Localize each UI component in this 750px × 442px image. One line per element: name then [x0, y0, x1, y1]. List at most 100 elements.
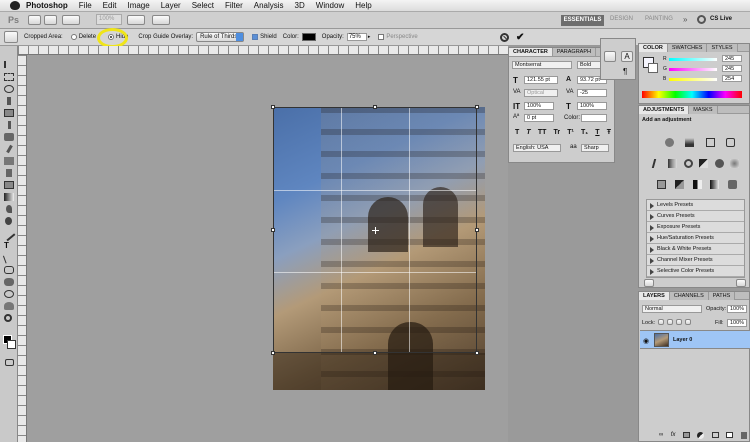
lock-pixels-icon[interactable] [667, 319, 673, 325]
character-panel-icon[interactable]: A [621, 51, 633, 62]
lock-all-icon[interactable] [685, 319, 691, 325]
tab-masks[interactable]: MASKS [689, 106, 718, 114]
crop-tool-icon[interactable] [4, 109, 14, 117]
menu-layer[interactable]: Layer [161, 1, 181, 10]
tab-color[interactable]: COLOR [639, 44, 668, 52]
preset-levels[interactable]: Levels Presets [647, 200, 744, 211]
font-size-field[interactable]: 121.55 pt [524, 76, 558, 84]
menu-help[interactable]: Help [355, 1, 371, 10]
crop-box[interactable] [271, 105, 479, 355]
workspace-painting[interactable]: PAINTING [645, 16, 673, 22]
dodge-tool-icon[interactable] [5, 217, 12, 225]
type-tool-icon[interactable]: T [4, 242, 14, 250]
pen-tool-icon[interactable] [2, 228, 16, 242]
tab-paths[interactable]: PATHS [708, 292, 736, 300]
workspace-design[interactable]: DESIGN [610, 16, 633, 22]
shape-tool-icon[interactable] [4, 266, 14, 274]
fill-field[interactable]: 100% [727, 319, 747, 327]
history-brush-tool-icon[interactable] [6, 169, 12, 177]
channel-mixer-icon[interactable] [729, 159, 739, 168]
lasso-tool-icon[interactable] [4, 85, 14, 93]
horizontal-scale-field[interactable]: 100% [577, 102, 607, 110]
red-slider[interactable] [669, 58, 717, 61]
black-white-icon[interactable] [699, 159, 709, 168]
menu-image[interactable]: Image [127, 1, 149, 10]
crop-handle-top-right[interactable] [475, 105, 479, 109]
tab-character[interactable]: CHARACTER [509, 48, 553, 56]
blend-mode-select[interactable]: Normal [642, 305, 702, 313]
view-extras-icon[interactable] [62, 15, 80, 25]
baseline-shift-field[interactable]: 0 pt [524, 114, 554, 122]
quick-mask-icon[interactable] [5, 359, 14, 366]
underline-button[interactable]: T [595, 129, 599, 136]
menu-filter[interactable]: Filter [225, 1, 243, 10]
shield-color-swatch[interactable] [301, 33, 316, 41]
eyedropper-tool-icon[interactable] [8, 121, 11, 129]
layer-opacity-field[interactable]: 100% [727, 305, 747, 313]
menu-window[interactable]: Window [316, 1, 344, 10]
link-layers-icon[interactable]: ∞ [659, 432, 663, 439]
gradient-tool-icon[interactable] [4, 193, 14, 201]
posterize-icon[interactable] [674, 180, 684, 189]
crop-handle-top[interactable] [373, 105, 377, 109]
shield-checkbox[interactable] [252, 34, 259, 40]
cs-live-icon[interactable] [697, 15, 706, 24]
history-panel-icon[interactable] [604, 51, 616, 62]
eraser-tool-icon[interactable] [4, 181, 14, 189]
tab-adjustments[interactable]: ADJUSTMENTS [639, 106, 690, 114]
crop-handle-right[interactable] [475, 228, 479, 232]
vertical-scale-field[interactable]: 100% [524, 102, 554, 110]
menu-file[interactable]: File [79, 1, 92, 10]
color-spectrum-bar[interactable] [642, 91, 742, 98]
vibrance-icon[interactable] [651, 159, 664, 168]
new-layer-icon[interactable] [726, 432, 734, 438]
return-to-list-icon[interactable] [644, 279, 654, 287]
layer-name[interactable]: Layer 0 [673, 337, 692, 343]
launch-minibridge-icon[interactable] [44, 15, 57, 25]
tab-styles[interactable]: STYLES [707, 44, 738, 52]
crop-handle-bottom-left[interactable] [271, 351, 275, 355]
threshold-icon[interactable] [692, 180, 702, 189]
preset-hue-saturation[interactable]: Hue/Saturation Presets [647, 233, 744, 244]
menu-3d[interactable]: 3D [295, 1, 305, 10]
all-caps-button[interactable]: TT [538, 129, 547, 136]
commit-icon[interactable]: ✔ [516, 32, 524, 43]
gradient-map-icon[interactable] [710, 180, 720, 189]
launch-bridge-icon[interactable] [28, 15, 41, 25]
crop-handle-bottom[interactable] [373, 351, 377, 355]
cs-live-menu[interactable]: CS Live [710, 16, 732, 22]
preset-curves[interactable]: Curves Presets [647, 211, 744, 222]
font-family-select[interactable]: Montserrat [512, 61, 572, 69]
lock-position-icon[interactable] [676, 319, 682, 325]
background-color-swatch[interactable] [648, 63, 658, 73]
blur-tool-icon[interactable] [6, 205, 12, 213]
subscript-button[interactable]: T₁ [581, 129, 588, 136]
cancel-icon[interactable] [500, 33, 509, 42]
screen-mode-icon[interactable] [152, 15, 170, 25]
photo-filter-icon[interactable] [714, 159, 724, 168]
preset-selective-color[interactable]: Selective Color Presets [647, 266, 744, 277]
menu-analysis[interactable]: Analysis [254, 1, 284, 10]
app-menu[interactable]: Photoshop [26, 1, 68, 10]
faux-bold-button[interactable]: T [515, 129, 519, 136]
menu-edit[interactable]: Edit [103, 1, 117, 10]
crop-handle-bottom-right[interactable] [475, 351, 479, 355]
clone-stamp-tool-icon[interactable] [4, 157, 14, 165]
3d-orbit-tool-icon[interactable] [4, 290, 14, 298]
text-color-swatch[interactable] [581, 114, 607, 122]
move-tool-icon[interactable] [4, 61, 14, 68]
delete-radio[interactable] [70, 34, 77, 40]
shield-opacity-field[interactable]: 75% [346, 33, 367, 41]
background-color-swatch[interactable] [7, 340, 16, 349]
workspace-essentials[interactable]: ESSENTIALS [561, 15, 604, 26]
hue-saturation-icon[interactable] [668, 159, 678, 168]
green-slider[interactable] [669, 68, 717, 71]
crop-handle-left[interactable] [271, 228, 275, 232]
layer-style-icon[interactable]: fx [671, 432, 676, 439]
marquee-tool-icon[interactable] [4, 73, 14, 81]
kerning-field[interactable]: Optical [524, 89, 558, 97]
selective-color-icon[interactable] [728, 180, 737, 189]
exposure-icon[interactable] [725, 138, 735, 147]
zoom-tool-icon[interactable] [4, 314, 12, 322]
faux-italic-button[interactable]: T [526, 129, 530, 136]
